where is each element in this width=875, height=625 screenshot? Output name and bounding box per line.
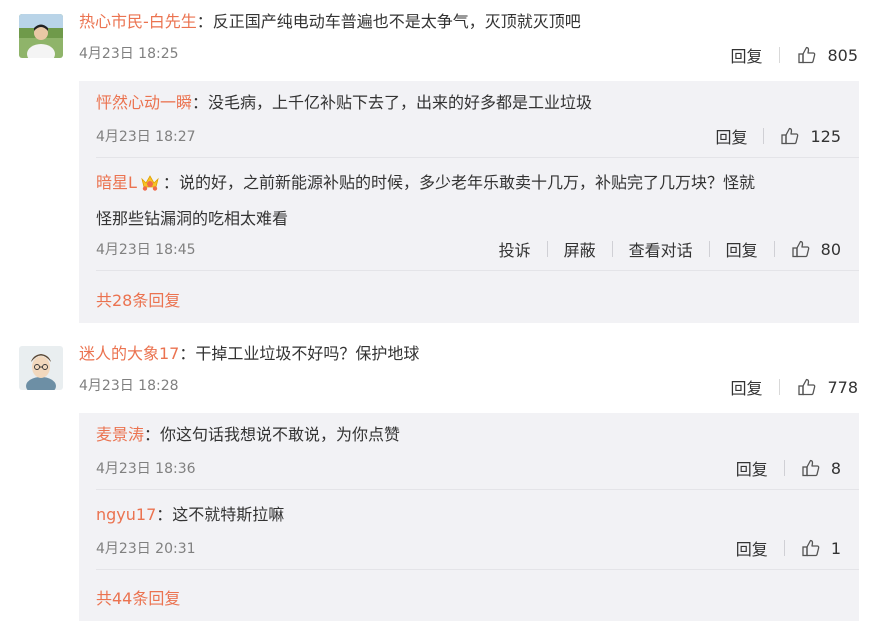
- avatar-image: [19, 14, 63, 58]
- reply-text: 这不就特斯拉嘛: [172, 505, 285, 524]
- reply-text: 你这句话我想说不敢说，为你点赞: [160, 425, 401, 444]
- reply-actions: 回复 8: [736, 456, 841, 480]
- reply-text-row: 怦然心动一瞬：没毛病，上千亿补贴下去了，出来的好多都是工业垃圾: [96, 88, 841, 118]
- reply-text: 说的好，之前新能源补贴的时候，多少老年乐敢卖十几万，补贴完了几万块？怪就: [178, 173, 755, 192]
- reply-list: 麦景涛：你这句话我想说不敢说，为你点赞 4月23日 18:36 回复 8 ngy…: [79, 413, 859, 621]
- action-divider: [783, 460, 785, 476]
- comment-actions: 回复 805: [730, 43, 858, 67]
- more-replies-link[interactable]: 共44条回复: [96, 585, 180, 609]
- colon: ：: [196, 12, 213, 31]
- like-button[interactable]: 778: [797, 377, 858, 397]
- action-divider: [611, 241, 613, 257]
- reply-text-row: 麦景涛：你这句话我想说不敢说，为你点赞: [96, 420, 841, 450]
- thumbs-up-icon: [791, 240, 809, 258]
- like-count: 805: [827, 45, 858, 65]
- action-divider: [763, 128, 765, 144]
- comment-username[interactable]: 热心市民-白先生: [79, 12, 197, 31]
- comment-username[interactable]: 迷人的大象17: [79, 344, 179, 363]
- thumbs-up-icon: [798, 46, 816, 64]
- like-count: 778: [827, 377, 858, 397]
- reply-username[interactable]: ngyu17: [96, 505, 156, 524]
- like-count: 8: [830, 458, 841, 478]
- reply-username[interactable]: 麦景涛: [96, 425, 144, 444]
- reply-button[interactable]: 回复: [736, 536, 768, 560]
- reply-button[interactable]: 回复: [715, 124, 747, 148]
- avatar[interactable]: [19, 346, 63, 390]
- action-divider: [779, 379, 781, 395]
- reply-divider: [96, 157, 859, 158]
- reply-actions: 投诉 屏蔽 查看对话 回复 80: [499, 237, 841, 261]
- like-button[interactable]: 125: [780, 126, 841, 146]
- thumbs-up-icon: [802, 459, 820, 477]
- reply-text: 没毛病，上千亿补贴下去了，出来的好多都是工业垃圾: [208, 93, 593, 112]
- reply-list: 怦然心动一瞬：没毛病，上千亿补贴下去了，出来的好多都是工业垃圾 4月23日 18…: [79, 81, 859, 323]
- colon: ：: [192, 93, 209, 112]
- thumbs-up-icon: [802, 539, 820, 557]
- like-button[interactable]: 1: [801, 538, 841, 558]
- action-divider: [779, 47, 781, 63]
- reply-time: 4月23日 18:36: [96, 461, 196, 477]
- reply-divider: [96, 489, 859, 490]
- report-button[interactable]: 投诉: [499, 237, 531, 261]
- avatar-image: [19, 346, 63, 390]
- comment-text-row: 迷人的大象17：干掉工业垃圾不好吗？保护地球: [79, 343, 419, 365]
- reply-button[interactable]: 回复: [726, 237, 758, 261]
- colon: ：: [144, 425, 161, 444]
- comment-time: 4月23日 18:28: [79, 378, 179, 394]
- reply-divider: [96, 270, 859, 271]
- like-count: 125: [810, 126, 841, 146]
- like-button[interactable]: 8: [801, 458, 841, 478]
- reply-time: 4月23日 18:27: [96, 129, 196, 145]
- like-button[interactable]: 805: [797, 45, 858, 65]
- colon: ：: [162, 173, 179, 192]
- reply-username[interactable]: 怦然心动一瞬: [96, 93, 192, 112]
- reply-time: 4月23日 18:45: [96, 242, 196, 258]
- reply-text-row: 暗星L ：说的好，之前新能源补贴的时候，多少老年乐敢卖十几万，补贴完了几万块？怪就…: [96, 168, 841, 234]
- comment-text: 干掉工业垃圾不好吗？保护地球: [195, 344, 420, 363]
- reply-button[interactable]: 回复: [736, 456, 768, 480]
- view-conversation-button[interactable]: 查看对话: [629, 237, 693, 261]
- thumbs-up-icon: [798, 378, 816, 396]
- action-divider: [708, 241, 710, 257]
- reply-button[interactable]: 回复: [730, 43, 762, 67]
- block-button[interactable]: 屏蔽: [564, 237, 596, 261]
- colon: ：: [179, 344, 196, 363]
- comment-text: 反正国产纯电动车普遍也不是太争气，灭顶就灭顶吧: [212, 12, 581, 31]
- reply-text-row: ngyu17：这不就特斯拉嘛: [96, 500, 841, 530]
- reply-divider: [96, 569, 859, 570]
- action-divider: [546, 241, 548, 257]
- crown-emoji-icon: [139, 171, 161, 201]
- reply-text-continuation: 怪那些钻漏洞的吃相太难看: [96, 209, 289, 228]
- like-button[interactable]: 80: [791, 239, 841, 259]
- thumbs-up-icon: [781, 127, 799, 145]
- action-divider: [773, 241, 775, 257]
- action-divider: [783, 540, 785, 556]
- comment-time: 4月23日 18:25: [79, 46, 179, 62]
- reply-time: 4月23日 20:31: [96, 541, 196, 557]
- like-count: 80: [820, 239, 841, 259]
- more-replies-link[interactable]: 共28条回复: [96, 287, 180, 311]
- reply-actions: 回复 125: [715, 124, 841, 148]
- reply-actions: 回复 1: [736, 536, 841, 560]
- comment-text-row: 热心市民-白先生：反正国产纯电动车普遍也不是太争气，灭顶就灭顶吧: [79, 11, 581, 33]
- reply-username[interactable]: 暗星L: [96, 173, 137, 192]
- colon: ：: [156, 505, 173, 524]
- avatar[interactable]: [19, 14, 63, 58]
- comment-actions: 回复 778: [730, 375, 858, 399]
- like-count: 1: [830, 538, 841, 558]
- reply-button[interactable]: 回复: [730, 375, 762, 399]
